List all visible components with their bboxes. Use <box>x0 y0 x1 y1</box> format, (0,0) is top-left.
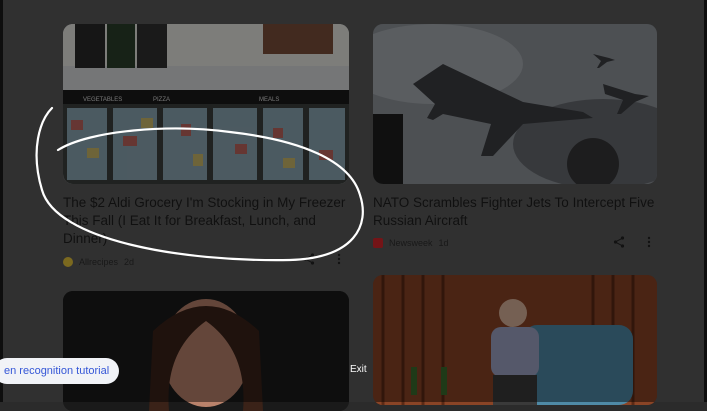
exit-button[interactable]: Exit <box>350 364 367 375</box>
article-card-portrait[interactable] <box>63 291 349 411</box>
allrecipes-logo-icon <box>63 257 73 267</box>
article-thumbnail[interactable]: VEGETABLES PIZZA MEALS <box>63 24 349 184</box>
sign-meals: MEALS <box>259 97 279 103</box>
fighter-jets-image <box>373 24 657 184</box>
article-thumbnail[interactable] <box>63 291 349 411</box>
article-meta: Allrecipes 2d <box>63 257 134 267</box>
publisher-name: Newsweek <box>389 238 433 248</box>
article-actions <box>613 236 651 248</box>
sign-pizza: PIZZA <box>153 97 170 103</box>
share-icon[interactable] <box>303 253 315 265</box>
article-card-nato[interactable]: NATO Scrambles Fighter Jets To Intercept… <box>373 24 657 254</box>
publisher-name: Allrecipes <box>79 257 119 267</box>
freezer-aisle-image: VEGETABLES PIZZA MEALS <box>63 24 349 184</box>
article-card-aldi[interactable]: VEGETABLES PIZZA MEALS The $2 Aldi Groce… <box>63 24 349 269</box>
tutorial-label-pill[interactable]: en recognition tutorial <box>0 358 120 384</box>
feed-page: VEGETABLES PIZZA MEALS The $2 Aldi Groce… <box>0 0 707 411</box>
left-edge <box>0 0 3 402</box>
more-vert-icon[interactable] <box>647 236 651 248</box>
more-vert-icon[interactable] <box>337 253 341 265</box>
article-actions <box>303 253 341 265</box>
time-ago: 2d <box>124 257 135 267</box>
article-card-speaker[interactable] <box>373 275 657 405</box>
newsweek-logo-icon <box>373 238 383 248</box>
article-meta: Newsweek 1d <box>373 238 449 248</box>
portrait-image <box>63 291 349 411</box>
article-thumbnail[interactable] <box>373 24 657 184</box>
article-title[interactable]: The $2 Aldi Grocery I'm Stocking in My F… <box>63 194 349 248</box>
speaker-stage-image <box>373 275 657 405</box>
sign-vegetables: VEGETABLES <box>83 97 122 103</box>
article-thumbnail[interactable] <box>373 275 657 405</box>
time-ago: 1d <box>438 238 449 248</box>
article-title[interactable]: NATO Scrambles Fighter Jets To Intercept… <box>373 194 657 230</box>
share-icon[interactable] <box>613 236 625 248</box>
